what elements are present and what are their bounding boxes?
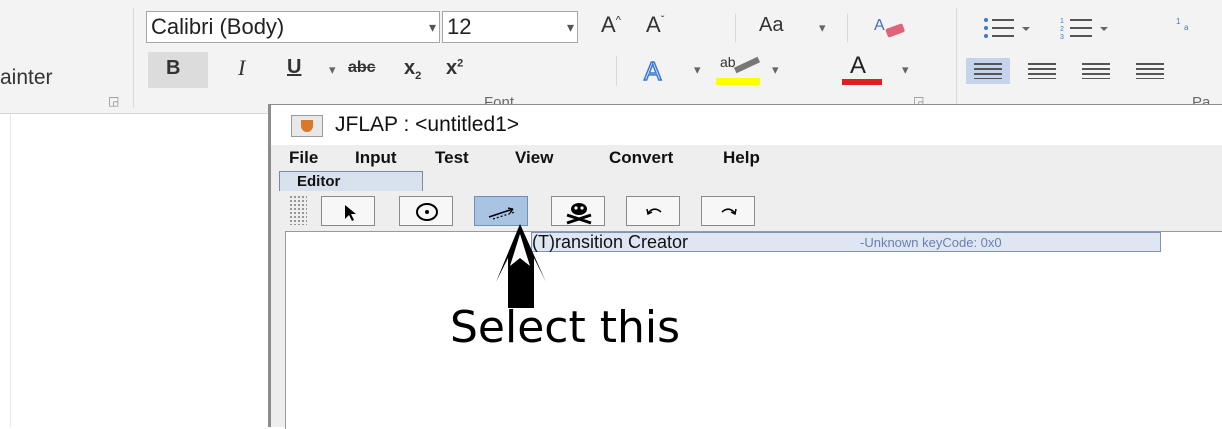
ribbon-separator [616, 56, 617, 86]
superscript-button[interactable]: x2 [446, 58, 463, 78]
subscript-button[interactable]: x2 [404, 58, 421, 82]
text-highlight-button[interactable]: ab [714, 52, 766, 90]
word-ribbon: ainter ◲ Calibri (Body) ▾ 12 ▾ A^ Aˇ Aa … [0, 0, 1222, 114]
align-center-button[interactable] [1020, 58, 1064, 84]
automaton-canvas[interactable]: (T)ransition Creator -Unknown keyCode: 0… [285, 231, 1222, 429]
menu-file[interactable]: File [289, 148, 318, 168]
bold-button[interactable]: B [166, 58, 180, 78]
tab-strip: Editor [271, 171, 1222, 192]
jflap-window: JFLAP : <untitled1> File Input Test View… [268, 104, 1222, 429]
grow-font-button[interactable]: A^ [601, 14, 621, 36]
chevron-down-icon[interactable]: ▾ [902, 62, 909, 78]
title-bar[interactable]: JFLAP : <untitled1> [271, 105, 1222, 145]
chevron-down-icon[interactable]: ▾ [694, 62, 701, 78]
multilevel-list-button[interactable]: 1 a [1176, 16, 1222, 42]
pointer-arrow-icon [345, 205, 356, 221]
editor-toolbar [271, 191, 1222, 231]
clear-formatting-button[interactable]: A [872, 14, 912, 40]
strikethrough-button[interactable]: abc [348, 60, 376, 76]
menu-bar: File Input Test View Convert Help [271, 145, 1222, 171]
ribbon-separator [133, 8, 134, 108]
tooltip: (T)ransition Creator -Unknown keyCode: 0… [531, 232, 1161, 252]
ribbon-separator [956, 8, 957, 108]
font-size-combo[interactable]: 12 ▾ [442, 11, 578, 43]
change-case-button[interactable]: Aa [759, 15, 783, 35]
svg-text:1: 1 [1176, 17, 1181, 26]
tab-editor[interactable]: Editor [279, 171, 423, 191]
svg-text:1: 1 [1060, 18, 1064, 25]
attribute-editor-tool[interactable] [321, 196, 375, 226]
redo-icon [721, 208, 737, 216]
chevron-down-icon[interactable]: ▾ [329, 62, 336, 78]
state-circle-icon [416, 203, 438, 221]
menu-input[interactable]: Input [355, 148, 397, 168]
window-title: JFLAP : <untitled1> [335, 113, 520, 136]
menu-help[interactable]: Help [723, 148, 760, 168]
align-right-icon [1082, 63, 1110, 79]
redo-tool[interactable] [701, 196, 755, 226]
underline-button[interactable]: U [287, 57, 301, 77]
ribbon-separator [735, 14, 736, 42]
skull-crossbones-icon [566, 203, 592, 225]
java-app-icon [291, 115, 323, 137]
up-arrow-annotation-icon [496, 224, 546, 308]
align-right-button[interactable] [1074, 58, 1118, 84]
chevron-down-icon[interactable]: ▾ [772, 62, 779, 78]
chevron-down-icon[interactable]: ▾ [819, 20, 826, 36]
highlighter-pen-icon [733, 56, 761, 74]
bullets-button[interactable] [982, 16, 1034, 42]
shrink-font-icon: A [646, 12, 661, 37]
toolbar-grip[interactable] [289, 195, 307, 225]
align-left-icon [974, 63, 1002, 79]
justify-button[interactable] [1128, 58, 1168, 84]
font-name-combo[interactable]: Calibri (Body) ▾ [146, 11, 440, 43]
font-color-button[interactable]: A [840, 52, 890, 90]
grow-font-icon: A [601, 12, 616, 37]
chevron-down-icon[interactable]: ▾ [429, 12, 436, 42]
text-effects-icon: A [643, 55, 663, 87]
document-margin [10, 114, 11, 427]
menu-test[interactable]: Test [435, 148, 469, 168]
state-creator-tool[interactable] [399, 196, 453, 226]
align-center-icon [1028, 63, 1056, 79]
ribbon-separator [847, 14, 848, 42]
font-color-icon: A [850, 52, 867, 79]
svg-text:3: 3 [1060, 34, 1064, 41]
chevron-down-icon[interactable]: ▾ [567, 12, 574, 42]
bullets-icon [984, 18, 1030, 38]
change-case-icon: Aa [759, 14, 784, 36]
italic-button[interactable]: I [238, 57, 245, 79]
multilevel-list-icon: 1 a [1176, 17, 1189, 32]
text-effects-button[interactable]: A [640, 54, 688, 88]
svg-text:2: 2 [1060, 26, 1064, 33]
format-painter-button[interactable]: ainter [0, 66, 53, 90]
font-name-value: Calibri (Body) [151, 14, 285, 39]
highlight-color-bar [716, 78, 760, 85]
font-color-bar [842, 79, 882, 85]
annotation-text: Select this [450, 302, 681, 353]
align-left-button[interactable] [966, 58, 1010, 84]
justify-icon [1136, 63, 1164, 79]
font-size-value: 12 [447, 14, 472, 39]
undo-icon [646, 208, 662, 216]
numbering-button[interactable]: 1 2 3 [1060, 16, 1112, 42]
menu-convert[interactable]: Convert [609, 148, 673, 168]
eraser-icon: A [874, 17, 905, 38]
svg-text:a: a [1184, 23, 1189, 32]
svg-text:A: A [644, 56, 662, 86]
dialog-launcher-icon[interactable]: ◲ [108, 94, 119, 108]
shrink-font-button[interactable]: Aˇ [646, 14, 664, 36]
menu-view[interactable]: View [515, 148, 553, 168]
undo-tool[interactable] [626, 196, 680, 226]
numbering-icon: 1 2 3 [1060, 18, 1108, 41]
tooltip-accelerator: -Unknown keyCode: 0x0 [860, 235, 1002, 250]
svg-text:A: A [874, 17, 885, 34]
